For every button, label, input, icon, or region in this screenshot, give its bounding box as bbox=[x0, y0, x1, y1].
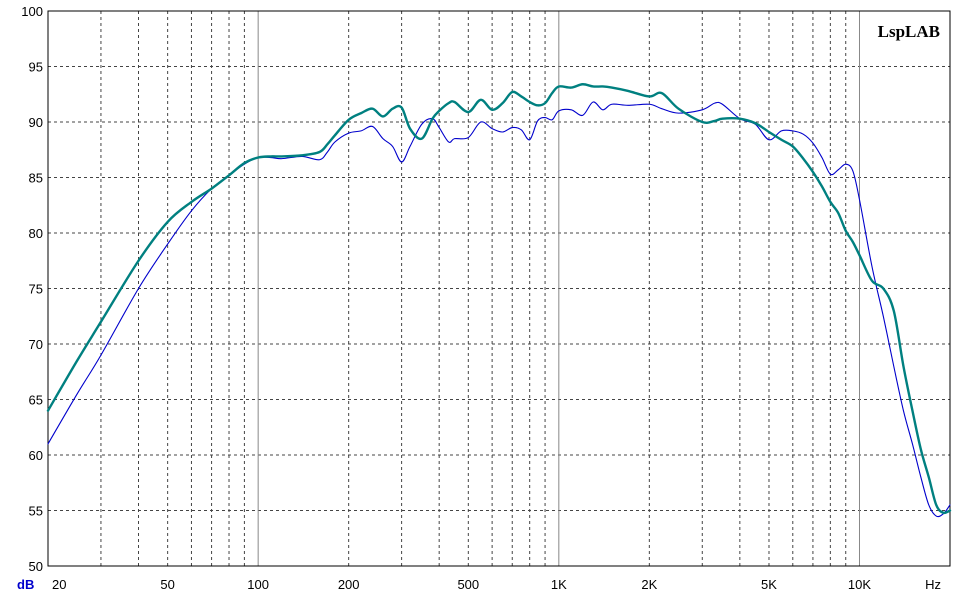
y-tick-label: 70 bbox=[29, 337, 43, 352]
x-tick-label: 200 bbox=[338, 577, 360, 592]
x-tick-label: 50 bbox=[160, 577, 174, 592]
x-axis-unit: Hz bbox=[925, 577, 941, 592]
grid-lines bbox=[48, 11, 950, 566]
x-tick-labels: 20 50 100 200 500 1K 2K 5K 10K bbox=[52, 577, 871, 592]
x-tick-label: 10K bbox=[848, 577, 871, 592]
x-tick-label: 100 bbox=[247, 577, 269, 592]
series-lines bbox=[46, 83, 952, 518]
watermark-logo: LspLAB bbox=[878, 22, 940, 41]
y-tick-label: 50 bbox=[29, 559, 43, 574]
x-tick-label: 5K bbox=[761, 577, 777, 592]
y-tick-label: 65 bbox=[29, 393, 43, 408]
y-tick-label: 75 bbox=[29, 282, 43, 297]
y-tick-label: 90 bbox=[29, 115, 43, 130]
x-tick-label: 20 bbox=[52, 577, 66, 592]
x-tick-label: 500 bbox=[457, 577, 479, 592]
y-tick-label: 80 bbox=[29, 226, 43, 241]
x-tick-label: 1K bbox=[551, 577, 567, 592]
y-tick-label: 100 bbox=[21, 4, 43, 19]
y-tick-label: 55 bbox=[29, 504, 43, 519]
series-line-2 bbox=[46, 83, 952, 515]
y-tick-label: 60 bbox=[29, 448, 43, 463]
frequency-response-chart: 50556065707580859095100 20 50 100 200 500 1K 2… bbox=[17, 4, 952, 592]
series-line-1 bbox=[47, 101, 951, 518]
y-tick-label: 85 bbox=[29, 171, 43, 186]
x-tick-label: 2K bbox=[641, 577, 657, 592]
y-tick-labels: 50 55 60 65 70 75 80 85 90 95 100 bbox=[21, 4, 43, 574]
y-axis-unit: dB bbox=[17, 577, 34, 592]
y-tick-label: 95 bbox=[29, 60, 43, 75]
